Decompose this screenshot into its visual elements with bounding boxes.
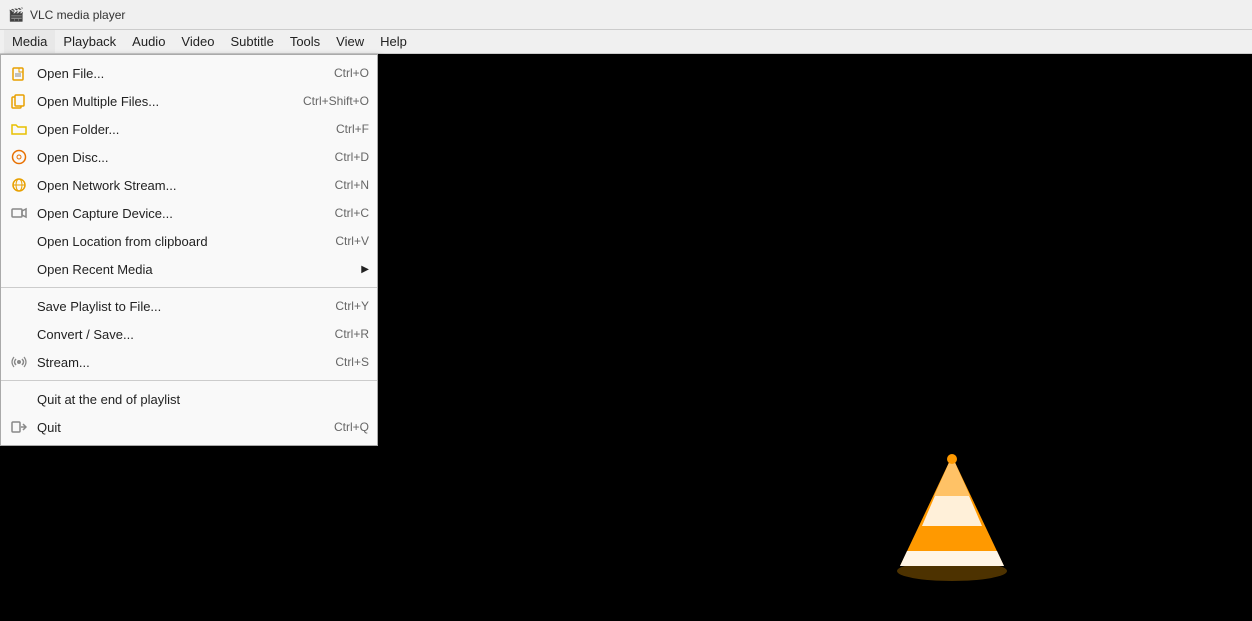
- open-disc-shortcut: Ctrl+D: [335, 150, 369, 164]
- save-playlist-label: Save Playlist to File...: [37, 299, 335, 314]
- open-folder-item[interactable]: Open Folder... Ctrl+F: [1, 115, 377, 143]
- open-capture-shortcut: Ctrl+C: [335, 206, 369, 220]
- open-disc-item[interactable]: Open Disc... Ctrl+D: [1, 143, 377, 171]
- menu-tools[interactable]: Tools: [282, 30, 328, 53]
- quit-icon: [9, 417, 29, 437]
- quit-end-item[interactable]: Quit at the end of playlist: [1, 385, 377, 413]
- app-icon: 🎬: [8, 7, 24, 23]
- open-network-shortcut: Ctrl+N: [335, 178, 369, 192]
- save-playlist-item[interactable]: Save Playlist to File... Ctrl+Y: [1, 292, 377, 320]
- open-disc-label: Open Disc...: [37, 150, 335, 165]
- open-capture-icon: [9, 203, 29, 223]
- convert-save-shortcut: Ctrl+R: [335, 327, 369, 341]
- menu-bar: Media Playback Audio Video Subtitle Tool…: [0, 30, 1252, 54]
- open-disc-icon: [9, 147, 29, 167]
- open-network-label: Open Network Stream...: [37, 178, 335, 193]
- open-location-label: Open Location from clipboard: [37, 234, 335, 249]
- open-location-shortcut: Ctrl+V: [335, 234, 369, 248]
- open-network-item[interactable]: Open Network Stream... Ctrl+N: [1, 171, 377, 199]
- quit-shortcut: Ctrl+Q: [334, 420, 369, 434]
- menu-subtitle[interactable]: Subtitle: [222, 30, 281, 53]
- open-recent-item[interactable]: Open Recent Media ▶: [1, 255, 377, 283]
- open-file-shortcut: Ctrl+O: [334, 66, 369, 80]
- media-dropdown-menu: Open File... Ctrl+O Open Multiple Files.…: [0, 54, 378, 446]
- separator-2: [1, 380, 377, 381]
- separator-1: [1, 287, 377, 288]
- convert-save-label: Convert / Save...: [37, 327, 335, 342]
- quit-item[interactable]: Quit Ctrl+Q: [1, 413, 377, 441]
- save-playlist-icon: [9, 296, 29, 316]
- quit-end-label: Quit at the end of playlist: [37, 392, 369, 407]
- open-folder-icon: [9, 119, 29, 139]
- open-multiple-icon: [9, 91, 29, 111]
- open-network-icon: [9, 175, 29, 195]
- quit-label: Quit: [37, 420, 334, 435]
- open-recent-icon: [9, 259, 29, 279]
- stream-icon: [9, 352, 29, 372]
- open-location-icon: [9, 231, 29, 251]
- menu-audio[interactable]: Audio: [124, 30, 173, 53]
- convert-save-icon: [9, 324, 29, 344]
- convert-save-item[interactable]: Convert / Save... Ctrl+R: [1, 320, 377, 348]
- title-bar-text: VLC media player: [30, 8, 125, 22]
- vlc-cone: [892, 451, 1012, 581]
- menu-playback[interactable]: Playback: [55, 30, 124, 53]
- quit-end-icon: [9, 389, 29, 409]
- open-capture-item[interactable]: Open Capture Device... Ctrl+C: [1, 199, 377, 227]
- open-folder-shortcut: Ctrl+F: [336, 122, 369, 136]
- open-file-item[interactable]: Open File... Ctrl+O: [1, 59, 377, 87]
- open-file-label: Open File...: [37, 66, 334, 81]
- open-recent-arrow: ▶: [361, 264, 369, 275]
- stream-label: Stream...: [37, 355, 335, 370]
- open-recent-label: Open Recent Media: [37, 262, 357, 277]
- open-file-icon: [9, 63, 29, 83]
- stream-item[interactable]: Stream... Ctrl+S: [1, 348, 377, 376]
- menu-view[interactable]: View: [328, 30, 372, 53]
- stream-shortcut: Ctrl+S: [335, 355, 369, 369]
- open-multiple-label: Open Multiple Files...: [37, 94, 303, 109]
- title-bar: 🎬 VLC media player: [0, 0, 1252, 30]
- open-multiple-shortcut: Ctrl+Shift+O: [303, 94, 369, 108]
- open-location-item[interactable]: Open Location from clipboard Ctrl+V: [1, 227, 377, 255]
- menu-help[interactable]: Help: [372, 30, 415, 53]
- menu-media[interactable]: Media: [4, 30, 55, 53]
- open-multiple-item[interactable]: Open Multiple Files... Ctrl+Shift+O: [1, 87, 377, 115]
- open-capture-label: Open Capture Device...: [37, 206, 335, 221]
- open-folder-label: Open Folder...: [37, 122, 336, 137]
- menu-video[interactable]: Video: [173, 30, 222, 53]
- save-playlist-shortcut: Ctrl+Y: [335, 299, 369, 313]
